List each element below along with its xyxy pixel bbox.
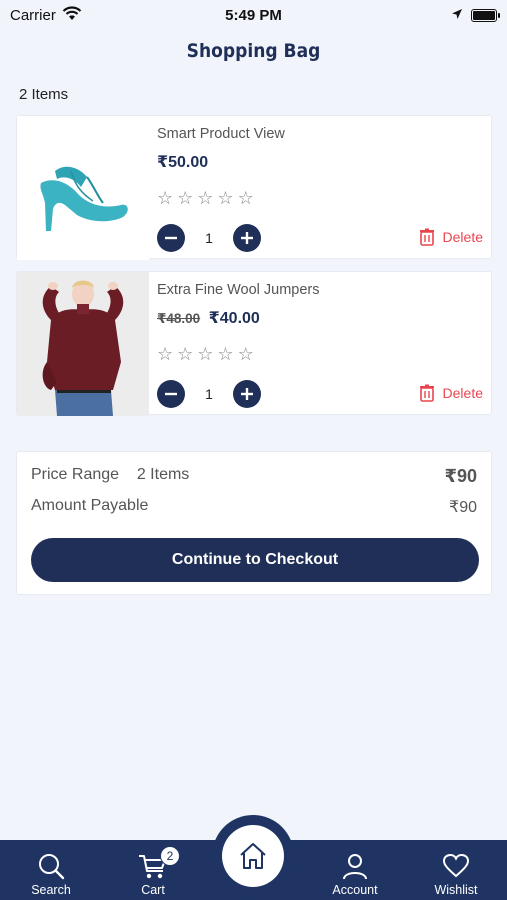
plus-icon — [241, 232, 253, 244]
price-range-label: Price Range 2 Items — [31, 466, 189, 487]
quantity-stepper: 1 — [157, 224, 261, 252]
order-summary: Price Range 2 Items ₹90 Amount Payable ₹… — [16, 451, 492, 595]
delete-button[interactable]: Delete — [419, 228, 483, 246]
product-card: Extra Fine Wool Jumpers ₹48.00 ₹40.00 ☆ … — [16, 271, 492, 416]
product-price: ₹50.00 — [157, 152, 208, 172]
tab-wishlist-label: Wishlist — [434, 883, 478, 897]
decrease-quantity-button[interactable] — [157, 380, 185, 408]
minus-icon — [165, 236, 177, 240]
increase-quantity-button[interactable] — [233, 380, 261, 408]
home-button[interactable] — [222, 825, 284, 887]
carrier-label: Carrier — [10, 6, 56, 24]
star-icon[interactable]: ☆ — [177, 189, 193, 207]
status-left: Carrier — [10, 5, 82, 25]
star-icon[interactable]: ☆ — [197, 345, 213, 363]
star-icon[interactable]: ☆ — [217, 345, 233, 363]
minus-icon — [165, 392, 177, 396]
delete-label: Delete — [442, 385, 483, 401]
status-right — [451, 7, 500, 24]
tab-account-label: Account — [332, 883, 378, 897]
rating-stars[interactable]: ☆ ☆ ☆ ☆ ☆ — [157, 345, 254, 363]
star-icon[interactable]: ☆ — [238, 189, 254, 207]
delete-label: Delete — [442, 229, 483, 245]
page-title: Shopping Bag — [186, 40, 321, 62]
amount-payable-label: Amount Payable — [31, 497, 149, 514]
woman-in-maroon-sweater-image — [17, 272, 149, 416]
cart-count-badge: 2 — [160, 846, 180, 866]
product-card: Smart Product View ₹50.00 ☆ ☆ ☆ ☆ ☆ 1 De… — [16, 115, 492, 260]
star-icon[interactable]: ☆ — [177, 345, 193, 363]
quantity-value: 1 — [205, 230, 213, 246]
wifi-icon — [62, 5, 82, 25]
location-arrow-icon — [451, 7, 463, 24]
heart-icon — [443, 849, 469, 883]
tab-account[interactable]: Account — [326, 840, 384, 900]
star-icon[interactable]: ☆ — [238, 345, 254, 363]
tab-search-label: Search — [31, 883, 71, 897]
amount-payable-row: Amount Payable ₹90 — [31, 497, 477, 517]
decrease-quantity-button[interactable] — [157, 224, 185, 252]
quantity-value: 1 — [205, 386, 213, 402]
delete-button[interactable]: Delete — [419, 384, 483, 402]
battery-icon — [471, 8, 500, 22]
items-count: 2 Items — [19, 86, 69, 103]
trash-icon — [419, 228, 434, 246]
tab-home[interactable] — [212, 815, 294, 897]
star-icon[interactable]: ☆ — [217, 189, 233, 207]
original-price: ₹48.00 — [157, 311, 201, 326]
rating-stars[interactable]: ☆ ☆ ☆ ☆ ☆ — [157, 189, 254, 207]
status-bar: Carrier 5:49 PM — [0, 0, 507, 30]
price-range-items: 2 Items — [136, 466, 190, 483]
turquoise-heel-shoe-image — [40, 166, 128, 231]
plus-icon — [241, 388, 253, 400]
star-icon[interactable]: ☆ — [157, 345, 173, 363]
product-image[interactable] — [17, 116, 149, 260]
tab-search[interactable]: Search — [22, 840, 80, 900]
product-image[interactable] — [17, 272, 149, 416]
star-icon[interactable]: ☆ — [197, 189, 213, 207]
increase-quantity-button[interactable] — [233, 224, 261, 252]
star-icon[interactable]: ☆ — [157, 189, 173, 207]
account-icon — [342, 849, 368, 883]
price-range-value: ₹90 — [444, 466, 477, 486]
home-icon — [240, 843, 266, 869]
tab-wishlist[interactable]: Wishlist — [428, 840, 484, 900]
price-range-text: Price Range — [31, 466, 120, 483]
quantity-stepper: 1 — [157, 380, 261, 408]
continue-to-checkout-button[interactable]: Continue to Checkout — [31, 538, 479, 582]
product-price: ₹48.00 ₹40.00 — [157, 308, 260, 328]
price-range-row: Price Range 2 Items ₹90 — [31, 466, 477, 487]
search-icon — [37, 849, 65, 883]
tab-cart-label: Cart — [141, 883, 165, 897]
tab-cart[interactable]: Cart 2 — [128, 840, 180, 900]
current-price: ₹50.00 — [157, 154, 209, 171]
amount-payable-value: ₹90 — [449, 499, 477, 516]
product-name[interactable]: Smart Product View — [157, 126, 285, 142]
current-price: ₹40.00 — [208, 310, 260, 327]
product-name[interactable]: Extra Fine Wool Jumpers — [157, 282, 320, 298]
trash-icon — [419, 384, 434, 402]
